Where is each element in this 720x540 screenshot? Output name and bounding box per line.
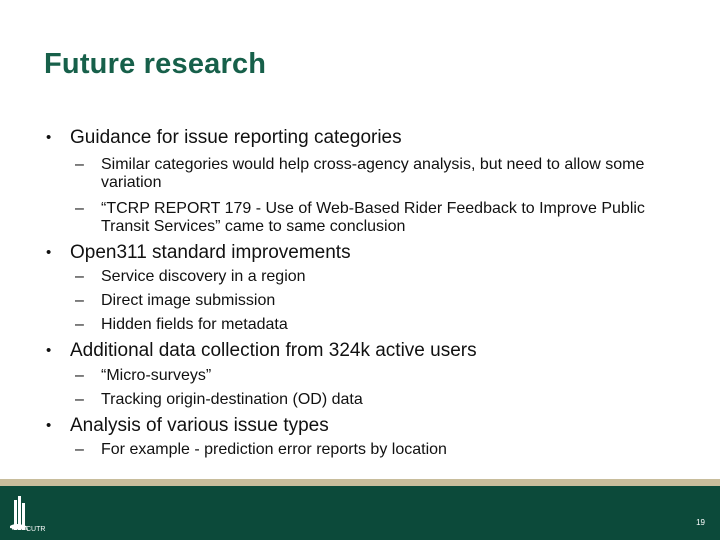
sub-bullet-text: Tracking origin-destination (OD) data <box>101 391 363 408</box>
sub-bullet-item: – Hidden fields for metadata <box>75 316 681 334</box>
bullet-item: • Additional data collection from 324k a… <box>46 340 477 362</box>
dash-marker: – <box>75 292 84 309</box>
bullet-marker: • <box>46 417 52 434</box>
sub-bullet-item: – Similar categories would help cross-ag… <box>75 156 681 192</box>
footer-band: CUTR 19 <box>0 486 720 540</box>
sub-bullet-text: Service discovery in a region <box>101 268 306 285</box>
sub-bullet-text: For example - prediction error reports b… <box>101 441 447 458</box>
sub-bullet-item: – “Micro-surveys” <box>75 367 681 385</box>
sub-bullet-item: – Service discovery in a region <box>75 268 681 286</box>
bullet-marker: • <box>46 129 52 146</box>
dash-marker: – <box>75 441 84 458</box>
slide-title: Future research <box>44 48 267 80</box>
bullet-text: Open311 standard improvements <box>70 242 351 263</box>
dash-marker: – <box>75 367 84 384</box>
sub-bullet-item: – Direct image submission <box>75 292 681 310</box>
dash-marker: – <box>75 200 84 217</box>
bullet-item: • Open311 standard improvements <box>46 242 351 264</box>
logo-text: CUTR <box>26 526 45 533</box>
bullet-text: Additional data collection from 324k act… <box>70 340 477 361</box>
bullet-text: Analysis of various issue types <box>70 415 329 436</box>
dash-marker: – <box>75 391 84 408</box>
bullet-text: Guidance for issue reporting categories <box>70 127 402 148</box>
bullet-item: • Guidance for issue reporting categorie… <box>46 127 402 149</box>
dash-marker: – <box>75 316 84 333</box>
dash-marker: – <box>75 268 84 285</box>
sub-bullet-text: “Micro-surveys” <box>101 367 212 384</box>
sub-bullet-text: Direct image submission <box>101 292 276 309</box>
footer-stripe <box>0 479 720 486</box>
bullet-marker: • <box>46 342 52 359</box>
sub-bullet-text: Hidden fields for metadata <box>101 316 288 333</box>
sub-bullet-item: – For example - prediction error reports… <box>75 441 681 459</box>
sub-bullet-text: Similar categories would help cross-agen… <box>101 156 645 191</box>
sub-bullet-text: “TCRP REPORT 179 - Use of Web-Based Ride… <box>101 200 645 235</box>
bullet-item: • Analysis of various issue types <box>46 415 329 437</box>
bullet-marker: • <box>46 244 52 261</box>
sub-bullet-item: – “TCRP REPORT 179 - Use of Web-Based Ri… <box>75 200 681 236</box>
cutr-logo-icon: CUTR <box>10 496 45 533</box>
page-number: 19 <box>696 518 705 527</box>
sub-bullet-item: – Tracking origin-destination (OD) data <box>75 391 681 409</box>
dash-marker: – <box>75 156 84 173</box>
